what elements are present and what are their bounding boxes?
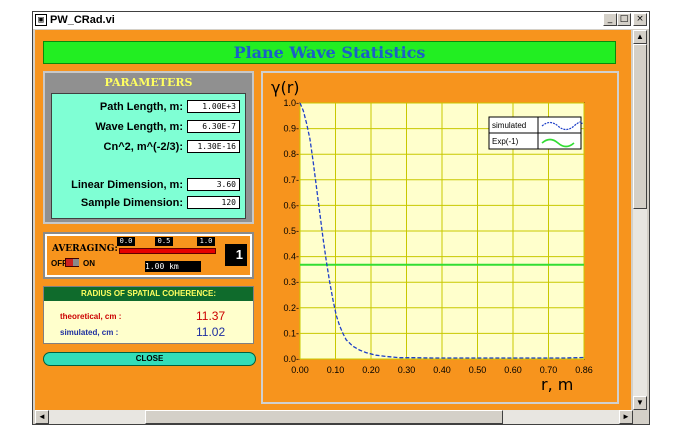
y-tick-label: 1.0- [283,98,299,108]
scale-label-min: 0.0 [117,237,135,246]
averaging-panel: AVERAGING: 0.0 0.5 1.0 OFF ON 1.00 km 1 [43,232,254,279]
toggle-knob[interactable] [73,259,79,266]
title-bar[interactable]: ▣ PW_CRad.vi _ □ × [33,12,649,29]
y-tick-label: 0.7- [283,175,299,185]
y-tick-label: 0.9- [283,124,299,134]
legend-label-simulated: simulated [492,121,526,130]
on-label: ON [83,259,95,268]
x-tick-label: 0.60 [504,365,522,375]
simulated-value: 11.02 [196,325,226,339]
y-tick-label: 0.1- [283,328,299,338]
parameters-list: Path Length, m: 1.00E+3 Wave Length, m: … [51,93,246,219]
theoretical-value: 11.37 [196,309,226,323]
maximize-button[interactable]: □ [617,13,631,26]
scroll-down-arrow[interactable]: ▼ [633,396,647,410]
chart-svg: 0.00 0.10 0.20 0.30 0.40 0.50 0.60 0.70 0.86 0.0-… [271,78,593,394]
theoretical-label: theoretical, cm : [60,312,122,321]
x-tick-label: 0.50 [469,365,487,375]
scroll-up-arrow[interactable]: ▲ [633,30,647,44]
averaging-slider[interactable] [119,248,216,254]
vertical-scrollbar[interactable]: ▲ ▼ [633,30,647,410]
sample-dimension-input[interactable]: 120 [187,196,240,209]
x-axis-label: r, m [541,375,573,394]
minimize-button[interactable]: _ [603,13,617,26]
x-tick-label: 0.20 [362,365,380,375]
y-tick-label: 0.0- [283,354,299,364]
averaging-inner: AVERAGING: 0.0 0.5 1.0 OFF ON 1.00 km 1 [47,236,250,275]
scroll-left-arrow[interactable]: ◄ [35,410,49,424]
coherence-radius-title: RADIUS OF SPATIAL COHERENCE: [44,287,253,301]
param-label: Sample Dimension: [80,197,183,209]
param-label: Path Length, m: [99,101,183,113]
labview-icon: ▣ [35,14,47,26]
wave-length-input[interactable]: 6.30E-7 [187,120,240,133]
legend-label-exp: Exp(-1) [492,137,519,146]
window-title: PW_CRad.vi [50,14,115,26]
cn2-input[interactable]: 1.30E-16 [187,140,240,153]
x-tick-label: 0.40 [433,365,451,375]
linear-dimension-input[interactable]: 3.60 [187,178,240,191]
simulated-label: simulated, cm : [60,328,119,337]
vertical-scroll-thumb[interactable] [633,44,647,209]
resize-grip-icon[interactable] [633,410,647,424]
y-tick-label: 0.8- [283,149,299,159]
scale-label-max: 1.0 [197,237,215,246]
scale-label-mid: 0.5 [155,237,173,246]
parameters-title: PARAMETERS [104,76,193,89]
y-tick-label: 0.2- [283,303,299,313]
param-label: Wave Length, m: [95,121,183,133]
averaging-count[interactable]: 1 [225,244,247,266]
coherence-radius-panel: RADIUS OF SPATIAL COHERENCE: theoretical… [43,286,254,344]
averaging-toggle[interactable] [65,258,79,267]
y-tick-label: 0.5- [283,226,299,236]
scroll-right-arrow[interactable]: ► [619,410,633,424]
x-tick-label: 0.10 [327,365,345,375]
app-window: ▣ PW_CRad.vi _ □ × Plane Wave Statistics… [32,11,650,425]
param-row-sample-dimension: Sample Dimension: 120 [52,196,245,210]
param-row-path-length: Path Length, m: 1.00E+3 [52,100,245,114]
close-window-button[interactable]: × [633,13,647,26]
averaging-label: AVERAGING: [52,244,118,254]
front-panel: Plane Wave Statistics PARAMETERS Path Le… [35,30,631,410]
param-row-linear-dimension: Linear Dimension, m: 3.60 [52,178,245,192]
y-tick-label: 0.4- [283,252,299,262]
distance-readout: 1.00 km [145,261,201,272]
path-length-input[interactable]: 1.00E+3 [187,100,240,113]
param-label: Cn^2, m^(-2/3): [103,141,183,153]
x-tick-label: 0.70 [540,365,558,375]
horizontal-scrollbar[interactable]: ◄ ► [35,410,633,424]
y-axis-label: γ(r) [271,78,300,97]
coherence-graph: 0.00 0.10 0.20 0.30 0.40 0.50 0.60 0.70 0.86 0.0-… [261,71,619,404]
y-tick-label: 0.6- [283,200,299,210]
y-tick-label: 0.3- [283,277,299,287]
param-row-cn2: Cn^2, m^(-2/3): 1.30E-16 [52,140,245,154]
x-tick-label: 0.86 [575,365,593,375]
x-tick-label: 0.30 [398,365,416,375]
close-button[interactable]: CLOSE [43,352,256,366]
horizontal-scroll-thumb[interactable] [145,410,503,424]
param-row-wave-length: Wave Length, m: 6.30E-7 [52,120,245,134]
page-title: Plane Wave Statistics [43,41,616,64]
param-label: Linear Dimension, m: [71,179,183,191]
parameters-panel: PARAMETERS Path Length, m: 1.00E+3 Wave … [43,71,254,224]
x-tick-label: 0.00 [291,365,309,375]
